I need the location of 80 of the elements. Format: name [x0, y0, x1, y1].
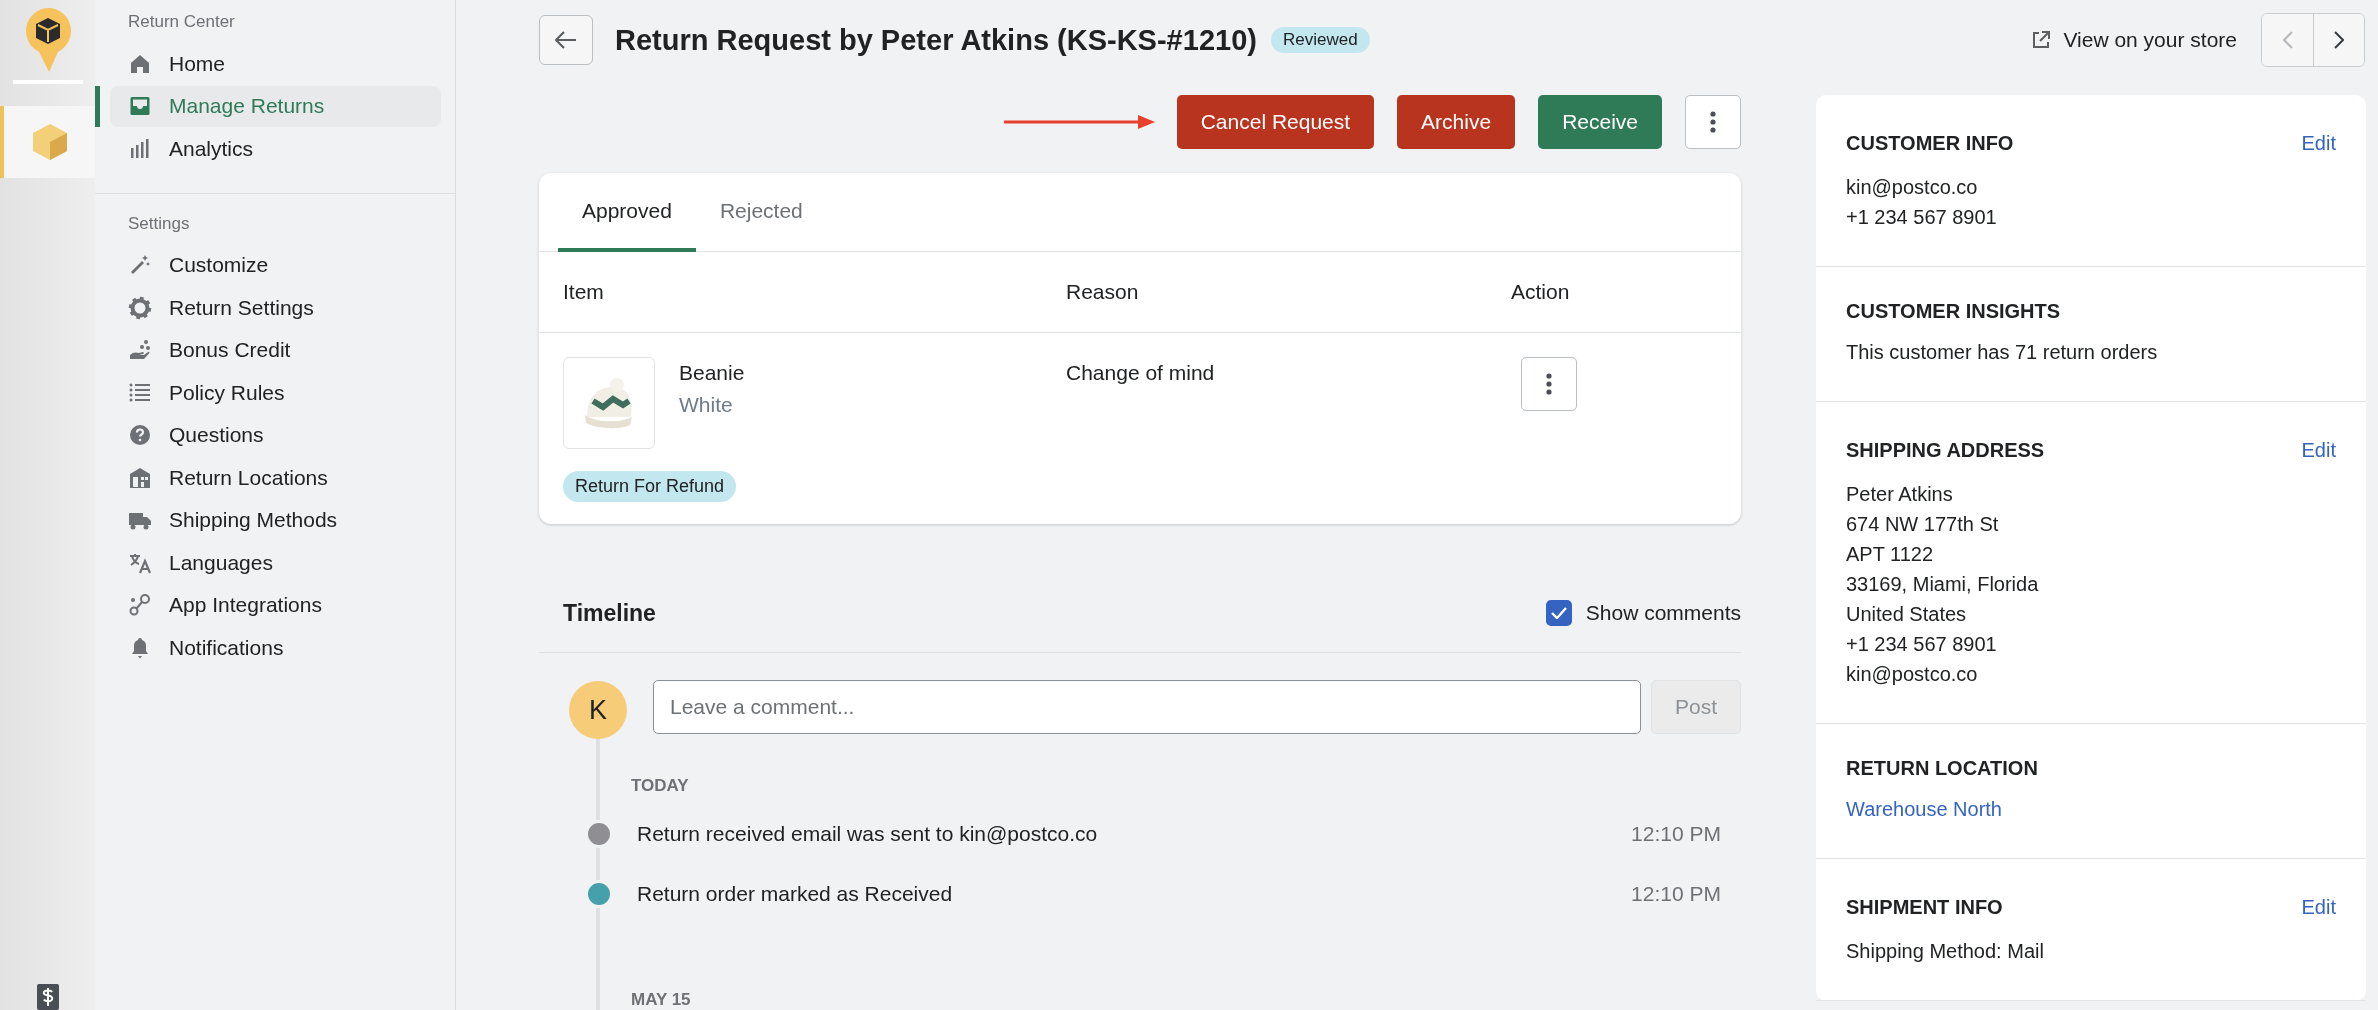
- edit-link[interactable]: Edit: [2301, 128, 2336, 158]
- section-heading: Return Center: [127, 12, 236, 33]
- detail-text: 674 NW 177th St: [1846, 512, 2000, 537]
- next-button[interactable]: [2313, 14, 2364, 66]
- avatar: K: [569, 681, 627, 739]
- cube-icon: [31, 123, 68, 161]
- more-icon: [1710, 111, 1716, 133]
- column-header: Reason: [1066, 280, 1140, 304]
- section-heading: SHIPPING ADDRESS: [1846, 438, 2045, 462]
- tab[interactable]: Rejected: [695, 173, 827, 252]
- nav-item[interactable]: Policy Rules: [110, 372, 441, 414]
- timeline-heading: Timeline: [563, 599, 656, 627]
- edit-link[interactable]: Edit: [2301, 435, 2336, 465]
- nav-item[interactable]: Bonus Credit: [110, 329, 441, 371]
- checkbox[interactable]: [1545, 600, 1572, 626]
- chevron-left-icon: [2282, 31, 2293, 49]
- action-button[interactable]: Archive: [1397, 95, 1516, 149]
- nav-item[interactable]: Languages: [110, 542, 441, 584]
- nav-item[interactable]: App Integrations: [110, 584, 441, 626]
- section-heading: Settings: [127, 213, 191, 235]
- nav-item[interactable]: Home: [110, 43, 441, 85]
- column-header: Item: [563, 280, 605, 304]
- product-variant: White: [679, 393, 734, 417]
- bar-chart-icon: [128, 136, 152, 161]
- date-heading: TODAY: [630, 776, 690, 797]
- nav-item[interactable]: Return Locations: [110, 457, 441, 499]
- chevron-right-icon: [2334, 31, 2344, 49]
- more-button[interactable]: [1685, 95, 1741, 149]
- column-header: Action: [1511, 280, 1570, 304]
- checkbox-label: Show comments: [1585, 601, 1741, 625]
- question-icon: [128, 423, 152, 448]
- nav-item[interactable]: Questions: [110, 414, 441, 456]
- back-arrow-icon: [555, 31, 577, 49]
- detail-text: kin@postco.co: [1846, 175, 1979, 200]
- nav-item[interactable]: Return Settings: [110, 287, 441, 329]
- date-heading: MAY 15: [630, 990, 692, 1010]
- action-button[interactable]: Cancel Request: [1176, 95, 1375, 149]
- detail-text: Shipping Method: Mail: [1846, 939, 2045, 964]
- edit-link[interactable]: Edit: [2301, 892, 2336, 922]
- nav-item[interactable]: Notifications: [110, 627, 441, 669]
- detail-text: +1 234 567 8901: [1846, 632, 1998, 657]
- tab[interactable]: Approved: [558, 173, 696, 252]
- previous-button[interactable]: [2262, 14, 2313, 66]
- action-button[interactable]: Receive: [1538, 95, 1662, 149]
- nav-item[interactable]: Customize: [110, 244, 441, 286]
- detail-text: Peter Atkins: [1846, 482, 1954, 507]
- external-link-icon: [2031, 30, 2052, 50]
- section-heading: CUSTOMER INSIGHTS: [1846, 300, 2061, 323]
- section-heading: CUSTOMER INFO: [1846, 131, 2014, 155]
- section-heading: SHIPMENT INFO: [1846, 895, 2003, 919]
- product-name: Beanie: [679, 361, 745, 385]
- location-link[interactable]: Warehouse North: [1846, 794, 2002, 824]
- detail-text: 33169, Miami, Florida: [1846, 572, 2040, 597]
- refund-tag: Return For Refund: [563, 471, 737, 502]
- section-heading: RETURN LOCATION: [1846, 757, 2038, 780]
- event-text: Return received email was sent to kin@postco.co: [637, 822, 1099, 846]
- table-cell-text: Change of mind: [1066, 360, 1216, 385]
- event-time: 12:10 PM: [1631, 822, 1721, 846]
- settings-icon: [128, 295, 152, 320]
- nav-item[interactable]: Analytics: [110, 128, 441, 170]
- detail-text: +1 234 567 8901: [1846, 205, 1998, 230]
- dollar-icon[interactable]: [36, 984, 59, 1010]
- row-actions-button[interactable]: [1521, 357, 1577, 411]
- event-text: Return order marked as Received: [637, 882, 954, 906]
- view-store-link[interactable]: View on your store: [2031, 28, 2237, 52]
- link-icon: [128, 593, 152, 618]
- page-title: Return Request by Peter Atkins (KS-KS-#1210): [615, 23, 1257, 57]
- status-badge: Reviewed: [1270, 27, 1370, 53]
- detail-text: This customer has 71 return orders: [1846, 340, 2159, 365]
- back-button[interactable]: [539, 15, 593, 65]
- comment-field[interactable]: Leave a comment...: [653, 680, 1641, 734]
- more-icon: [1546, 373, 1552, 395]
- event-time: 12:10 PM: [1631, 882, 1721, 906]
- nav-item[interactable]: Shipping Methods: [110, 499, 441, 541]
- detail-text: kin@postco.co: [1846, 662, 1979, 687]
- detail-text: United States: [1846, 602, 1968, 627]
- detail-text: APT 1122: [1846, 542, 1935, 567]
- rail-app-tab[interactable]: [0, 106, 95, 178]
- building-icon: [128, 465, 152, 490]
- checkmark-icon: [1550, 607, 1567, 619]
